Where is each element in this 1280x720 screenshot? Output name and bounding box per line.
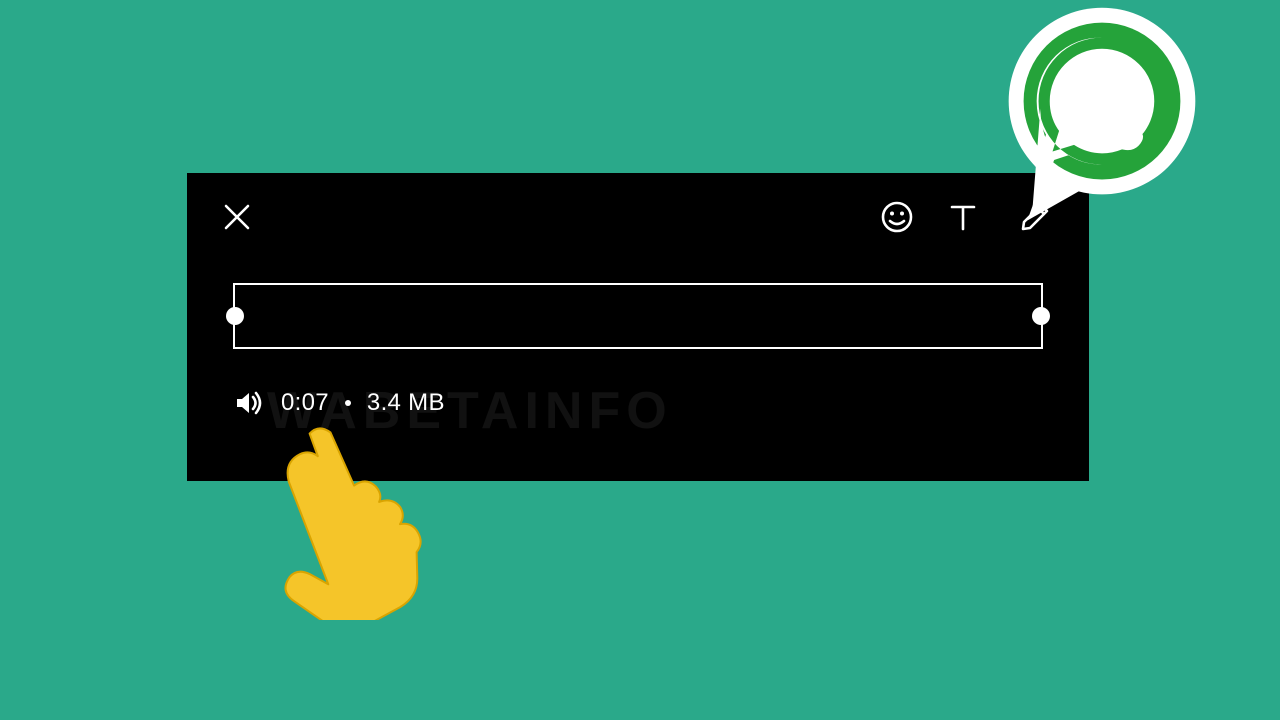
video-trim-track[interactable] [233, 283, 1043, 349]
close-button[interactable] [217, 197, 257, 237]
text-tool-button[interactable] [943, 197, 983, 237]
editor-toolbar [187, 173, 1089, 253]
volume-icon [234, 388, 264, 418]
media-size: 3.4 MB [367, 389, 445, 417]
whatsapp-logo-icon [990, 4, 1214, 228]
text-tool-icon [946, 200, 980, 234]
media-editor-panel: WABETAINFO [187, 173, 1089, 481]
close-icon [221, 201, 253, 233]
emoji-button[interactable] [877, 197, 917, 237]
stage: WABETAINFO [0, 0, 1280, 720]
media-info-row: 0:07 3.4 MB [233, 383, 445, 423]
trim-handle-start[interactable] [226, 307, 244, 325]
separator-dot [345, 400, 351, 406]
mute-toggle-button[interactable] [233, 387, 265, 419]
media-duration: 0:07 [281, 389, 329, 417]
trim-handle-end[interactable] [1032, 307, 1050, 325]
emoji-icon [880, 200, 914, 234]
